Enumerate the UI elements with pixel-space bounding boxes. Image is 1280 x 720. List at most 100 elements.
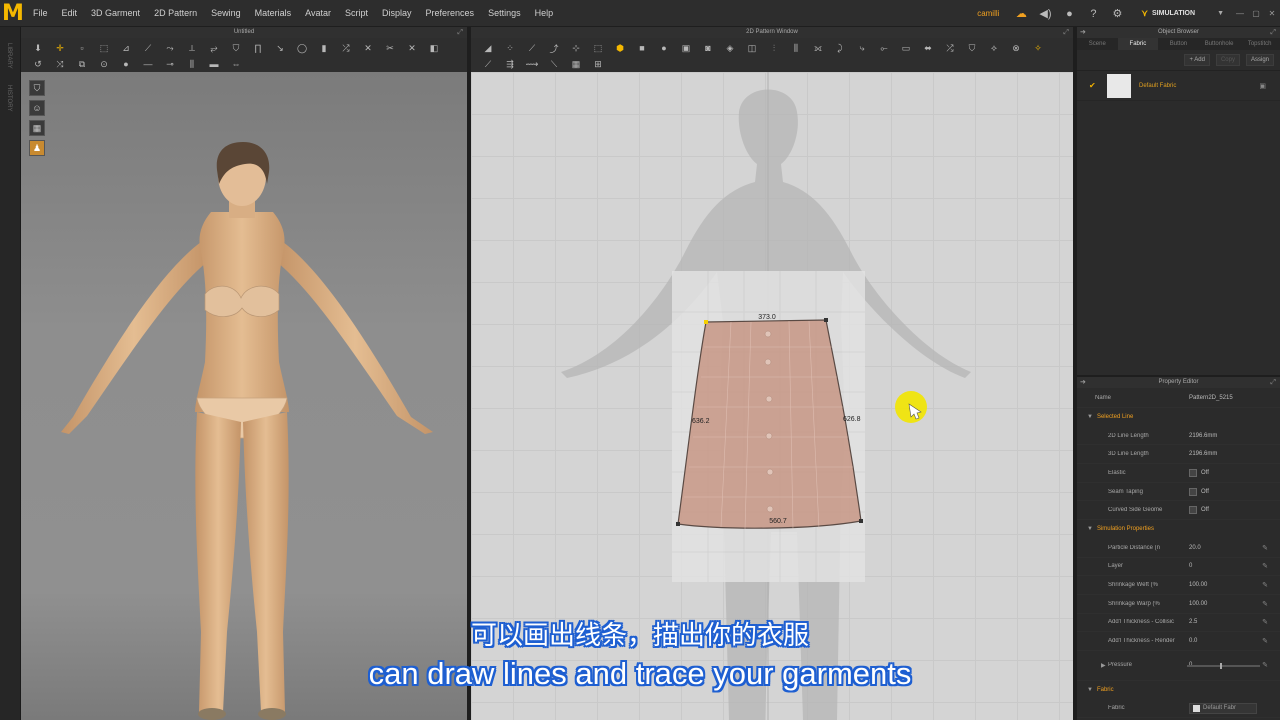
edit-pen-icon[interactable]: ✎ bbox=[1262, 637, 1268, 645]
edit-pen-icon[interactable]: ✎ bbox=[1262, 562, 1268, 570]
history-tab[interactable]: HISTORY bbox=[6, 85, 12, 111]
hanger-icon[interactable]: ⚙ bbox=[1105, 0, 1129, 27]
menu-preferences[interactable]: Preferences bbox=[419, 0, 482, 27]
help-icon[interactable]: ? bbox=[1081, 0, 1105, 27]
cloud-icon[interactable]: ☁ bbox=[1009, 0, 1033, 27]
pin-icon[interactable]: ⟋ bbox=[137, 40, 159, 56]
2d-viewport[interactable]: 373.0 636.2 626.8 560.7 bbox=[471, 72, 1073, 720]
prop-value[interactable]: 0.0 bbox=[1189, 638, 1197, 644]
caret-right-icon[interactable]: ▶ bbox=[1101, 662, 1106, 669]
measure-2d-icon[interactable]: ⟋ bbox=[477, 56, 499, 72]
transform-icon[interactable]: ⬚ bbox=[93, 40, 115, 56]
line-tool-icon[interactable]: — bbox=[137, 56, 159, 72]
prop-value[interactable]: 2.5 bbox=[1189, 619, 1197, 625]
prop-value[interactable]: 20.0 bbox=[1189, 545, 1201, 551]
prop-value[interactable]: 100.00 bbox=[1189, 601, 1207, 607]
expand-icon[interactable]: ⤢ bbox=[1270, 27, 1276, 38]
tack-icon[interactable]: ⤳ bbox=[159, 40, 181, 56]
expand-icon[interactable]: ⤢ bbox=[1063, 27, 1069, 38]
arrangement-icon[interactable]: ⥂ bbox=[203, 40, 225, 56]
symmetry-icon[interactable]: ⟿ bbox=[521, 56, 543, 72]
rectangle-icon[interactable]: ■ bbox=[631, 40, 653, 56]
menu-materials[interactable]: Materials bbox=[248, 0, 299, 27]
rotate-icon[interactable]: ↺ bbox=[27, 56, 49, 72]
3d-viewport[interactable]: ⛉ ☺ ▦ ♟ bbox=[21, 72, 467, 720]
edit-pen-icon[interactable]: ✎ bbox=[1262, 661, 1268, 669]
list-item[interactable]: ✔ Default Fabric ▣ bbox=[1077, 71, 1280, 101]
tab-fabric[interactable]: Fabric bbox=[1117, 38, 1159, 50]
flip-icon[interactable]: ⤮ bbox=[335, 40, 357, 56]
topstitch-2d-icon[interactable]: ⟡ bbox=[983, 40, 1005, 56]
shirt-tool-icon[interactable]: ⛉ bbox=[225, 40, 247, 56]
section-selected-line[interactable]: ▼ Selected Line bbox=[1077, 408, 1280, 427]
grid-icon[interactable]: ▦ bbox=[565, 56, 587, 72]
edit-pen-icon[interactable]: ✎ bbox=[1262, 600, 1268, 608]
texture-icon[interactable]: ◫ bbox=[741, 40, 763, 56]
user-icon[interactable]: ● bbox=[1057, 0, 1081, 27]
prop-value[interactable]: 0 bbox=[1189, 563, 1192, 569]
menu-help[interactable]: Help bbox=[528, 0, 561, 27]
edit-pen-icon[interactable]: ✎ bbox=[1262, 581, 1268, 589]
snap-icon[interactable]: ⟍ bbox=[543, 56, 565, 72]
expand-icon[interactable]: ⤢ bbox=[1270, 377, 1276, 388]
box-select-icon[interactable]: ▫ bbox=[71, 40, 93, 56]
edit-point-icon[interactable]: ⁘ bbox=[499, 40, 521, 56]
speaker-icon[interactable]: ◀) bbox=[1033, 0, 1057, 27]
internal-circle-icon[interactable]: ◙ bbox=[697, 40, 719, 56]
menu-edit[interactable]: Edit bbox=[55, 0, 85, 27]
mode-switch-button[interactable]: ⋎ SIMULATION ▼ bbox=[1133, 0, 1232, 27]
menu-avatar[interactable]: Avatar bbox=[298, 0, 338, 27]
library-tab[interactable]: LIBRARY bbox=[6, 43, 12, 69]
tab-button[interactable]: Button bbox=[1158, 38, 1199, 50]
merge-icon[interactable]: ⧉ bbox=[71, 56, 93, 72]
assign-fabric-button[interactable]: Assign bbox=[1245, 54, 1274, 66]
seam-taping-checkbox[interactable] bbox=[1189, 487, 1197, 496]
trace-icon[interactable]: ⫶ bbox=[763, 40, 785, 56]
fabric-menu-icon[interactable]: ▣ bbox=[1259, 82, 1266, 90]
layer-icon[interactable]: ◧ bbox=[423, 40, 445, 56]
sewing-fold-icon[interactable]: ⤮ bbox=[939, 40, 961, 56]
stitch-icon[interactable]: ✕ bbox=[357, 40, 379, 56]
section-fabric[interactable]: ▼ Fabric bbox=[1077, 681, 1280, 700]
lasso-icon[interactable]: ◯ bbox=[291, 40, 313, 56]
menu-sewing[interactable]: Sewing bbox=[204, 0, 248, 27]
curve-point-icon[interactable]: ⤴ bbox=[543, 40, 565, 56]
menu-3d-garment[interactable]: 3D Garment bbox=[84, 0, 147, 27]
fold-icon[interactable]: ⊿ bbox=[115, 40, 137, 56]
panel-arrow-icon[interactable]: ➜ bbox=[1080, 27, 1086, 38]
select-move-icon[interactable]: ⬇ bbox=[27, 40, 49, 56]
free-sewing-icon[interactable]: ⤸ bbox=[829, 40, 851, 56]
dart-icon[interactable]: ◈ bbox=[719, 40, 741, 56]
seam-icon[interactable]: ⟜ bbox=[873, 40, 895, 56]
zipper-2d-icon[interactable]: ⊗ bbox=[1005, 40, 1027, 56]
seam-allowance-icon[interactable]: ▭ bbox=[895, 40, 917, 56]
pattern-shirt-icon[interactable]: ⛉ bbox=[961, 40, 983, 56]
edit-curve-icon[interactable]: ⟋ bbox=[521, 40, 543, 56]
minimize-icon[interactable]: — bbox=[1232, 0, 1248, 27]
tab-buttonhole[interactable]: Buttonhole bbox=[1199, 38, 1240, 50]
zipper-icon[interactable]: ⫼ bbox=[181, 56, 203, 72]
trace-highlight-icon[interactable]: ✧ bbox=[1027, 40, 1049, 56]
tack-2d-icon[interactable]: ⤷ bbox=[851, 40, 873, 56]
edit-pen-icon[interactable]: ✎ bbox=[1262, 544, 1268, 552]
button-tool-icon[interactable]: ⊙ bbox=[93, 56, 115, 72]
transform-pattern-icon[interactable]: ◢ bbox=[477, 40, 499, 56]
pen-icon[interactable]: ↘ bbox=[269, 40, 291, 56]
mirror-icon[interactable]: ✕ bbox=[401, 40, 423, 56]
circle-icon[interactable]: ● bbox=[653, 40, 675, 56]
edit-pen-icon[interactable]: ✎ bbox=[1262, 618, 1268, 626]
curved-side-checkbox[interactable] bbox=[1189, 506, 1197, 515]
move-icon[interactable]: ⇔ bbox=[225, 56, 247, 72]
slider-handle[interactable] bbox=[1220, 662, 1222, 669]
grading-icon[interactable]: ⇶ bbox=[499, 56, 521, 72]
ruler-icon[interactable]: ▮ bbox=[313, 40, 335, 56]
prop-value[interactable]: 100.00 bbox=[1189, 582, 1207, 588]
panel-arrow-icon[interactable]: ➜ bbox=[1080, 377, 1086, 388]
menu-settings[interactable]: Settings bbox=[481, 0, 528, 27]
menu-2d-pattern[interactable]: 2D Pattern bbox=[147, 0, 204, 27]
menu-script[interactable]: Script bbox=[338, 0, 375, 27]
add-point-icon[interactable]: ⊹ bbox=[565, 40, 587, 56]
close-icon[interactable]: ✕ bbox=[1264, 0, 1280, 27]
segment-sewing-icon[interactable]: ⟗ bbox=[807, 40, 829, 56]
puckering-icon[interactable]: ▬ bbox=[203, 56, 225, 72]
